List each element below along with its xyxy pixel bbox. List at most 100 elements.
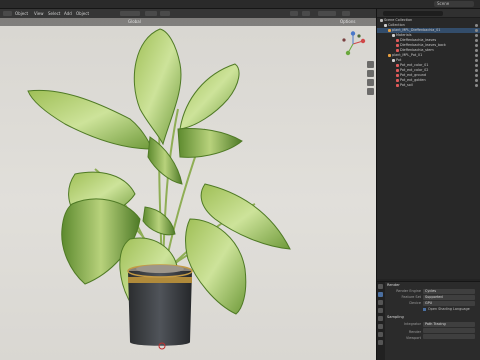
sampling-section-title[interactable]: Sampling bbox=[387, 314, 404, 320]
shading-modes[interactable] bbox=[318, 11, 336, 16]
visibility-eye-icon[interactable] bbox=[475, 54, 478, 57]
device-row: Device GPU bbox=[389, 301, 475, 306]
material-icon bbox=[396, 48, 399, 52]
properties-panel: Render Render Engine Cycles Feature Set Su… bbox=[377, 281, 480, 360]
world-tab-icon[interactable] bbox=[378, 324, 383, 329]
osl-checkbox-row[interactable]: Open Shading Language bbox=[423, 307, 470, 312]
blender-window: Scene Object View Select Add Object Glob… bbox=[0, 0, 480, 360]
object-tab-icon[interactable] bbox=[378, 332, 383, 337]
viewport-header: Object View Select Add Object bbox=[0, 9, 376, 18]
feature-set-row: Feature Set Supported bbox=[389, 295, 475, 300]
zoom-icon[interactable] bbox=[367, 61, 374, 68]
menu-add[interactable]: Add bbox=[64, 10, 72, 17]
snap-button[interactable] bbox=[160, 11, 170, 16]
scene-tab-icon[interactable] bbox=[378, 316, 383, 321]
outliner-item-label: Materials bbox=[396, 33, 412, 37]
outliner-item-label: Pot bbox=[396, 58, 402, 62]
navigation-gizmo[interactable] bbox=[340, 31, 366, 57]
visibility-eye-icon[interactable] bbox=[475, 29, 478, 32]
render-section-title[interactable]: Render bbox=[387, 282, 400, 288]
outliner-item-label: plant_MPL_Dieffenbachia_01 bbox=[392, 28, 441, 32]
x-axis-icon[interactable] bbox=[360, 38, 366, 44]
pivot-button[interactable] bbox=[145, 11, 157, 16]
object-icon bbox=[388, 53, 391, 57]
render-samples-field[interactable] bbox=[423, 328, 475, 333]
material-icon bbox=[396, 68, 399, 72]
menu-select[interactable]: Select bbox=[48, 10, 60, 17]
material-icon bbox=[396, 63, 399, 67]
visibility-eye-icon[interactable] bbox=[475, 39, 478, 42]
menu-object[interactable]: Object bbox=[15, 10, 28, 17]
visibility-eye-icon[interactable] bbox=[475, 64, 478, 67]
camera-icon[interactable] bbox=[367, 79, 374, 86]
viewport-samples-row: Viewport bbox=[389, 334, 475, 341]
material-icon bbox=[392, 33, 395, 37]
feature-set-select[interactable]: Supported bbox=[423, 295, 475, 300]
visibility-eye-icon[interactable] bbox=[475, 24, 478, 27]
collection-icon bbox=[384, 23, 387, 27]
outliner-item[interactable]: Pot_soil bbox=[377, 83, 480, 88]
visibility-eye-icon[interactable] bbox=[475, 59, 478, 62]
gizmo-toggle[interactable] bbox=[302, 11, 310, 16]
y-axis-icon[interactable] bbox=[345, 50, 351, 56]
visibility-eye-icon[interactable] bbox=[475, 49, 478, 52]
render-engine-select[interactable]: Cycles bbox=[423, 289, 475, 294]
outliner-item-label: Pot_ext_color_01 bbox=[400, 63, 429, 67]
mesh-icon bbox=[392, 58, 395, 62]
material-icon bbox=[396, 38, 399, 42]
integrator-row: Integrator Path Tracing bbox=[389, 322, 475, 327]
viewport-nav-tools bbox=[367, 61, 374, 97]
render-tab-icon[interactable] bbox=[378, 292, 383, 297]
object-icon bbox=[388, 28, 391, 32]
material-tab-icon[interactable] bbox=[378, 340, 383, 345]
material-icon bbox=[396, 73, 399, 77]
pan-icon[interactable] bbox=[367, 70, 374, 77]
integrator-select[interactable]: Path Tracing bbox=[423, 322, 475, 327]
outliner-item-label: Dieffenbachia_leaves_back bbox=[400, 43, 446, 47]
outliner-header bbox=[377, 9, 480, 18]
overlay-button[interactable] bbox=[290, 11, 298, 16]
options-menu[interactable]: Options bbox=[340, 18, 355, 26]
outliner-item-label: Pot_ext_golden bbox=[400, 78, 426, 82]
visibility-eye-icon[interactable] bbox=[475, 84, 478, 87]
osl-checkbox[interactable] bbox=[423, 307, 426, 311]
viewport-subheader: Global Options bbox=[0, 18, 376, 26]
z-axis-icon[interactable] bbox=[350, 31, 356, 36]
viewport-samples-field[interactable] bbox=[423, 334, 475, 339]
output-tab-icon[interactable] bbox=[378, 300, 383, 305]
device-select[interactable]: GPU bbox=[423, 301, 475, 306]
outliner-item-label: Pot_ext_ground bbox=[400, 73, 427, 77]
outliner-search-input[interactable] bbox=[383, 11, 443, 16]
transform-orientation-label[interactable]: Global bbox=[128, 18, 141, 26]
editor-type-button[interactable] bbox=[3, 11, 12, 16]
material-icon bbox=[396, 83, 399, 87]
outliner-item-label: Dieffenbachia_stem bbox=[400, 48, 434, 52]
view-layer-tab-icon[interactable] bbox=[378, 308, 383, 313]
visibility-eye-icon[interactable] bbox=[475, 79, 478, 82]
menu-object-2[interactable]: Object bbox=[76, 10, 89, 17]
visibility-eye-icon[interactable] bbox=[475, 69, 478, 72]
render-engine-row: Render Engine Cycles bbox=[389, 289, 475, 294]
right-editor-column: Scene Collection Collection plant_MPL_Die… bbox=[376, 9, 480, 360]
3d-viewport[interactable]: Object View Select Add Object Global Opt… bbox=[0, 9, 376, 360]
workspace-tabs[interactable] bbox=[4, 2, 34, 17]
outliner-item-label: Collection bbox=[388, 23, 405, 27]
visibility-eye-icon[interactable] bbox=[475, 44, 478, 47]
visibility-eye-icon[interactable] bbox=[475, 74, 478, 77]
outliner-panel: Scene Collection Collection plant_MPL_Die… bbox=[377, 9, 480, 279]
menu-view[interactable]: View bbox=[34, 10, 44, 17]
outliner-item-label: Pot_soil bbox=[400, 83, 413, 87]
material-icon bbox=[396, 43, 399, 47]
outliner-item-label: Pot_ext_color_02 bbox=[400, 68, 429, 72]
scene-selector[interactable]: Scene bbox=[434, 1, 474, 7]
perspective-icon[interactable] bbox=[367, 88, 374, 95]
outliner-item-label: plant_MPL_Pot_01 bbox=[392, 53, 423, 57]
visibility-eye-icon[interactable] bbox=[475, 34, 478, 37]
plant-render bbox=[27, 28, 291, 350]
xray-button[interactable] bbox=[342, 11, 350, 16]
material-icon bbox=[396, 78, 399, 82]
outliner-item-label: Dieffenbachia_leaves bbox=[400, 38, 437, 42]
tool-tab-icon[interactable] bbox=[378, 284, 383, 289]
scene-collection-icon bbox=[380, 18, 383, 22]
transform-orientation[interactable] bbox=[120, 11, 140, 16]
